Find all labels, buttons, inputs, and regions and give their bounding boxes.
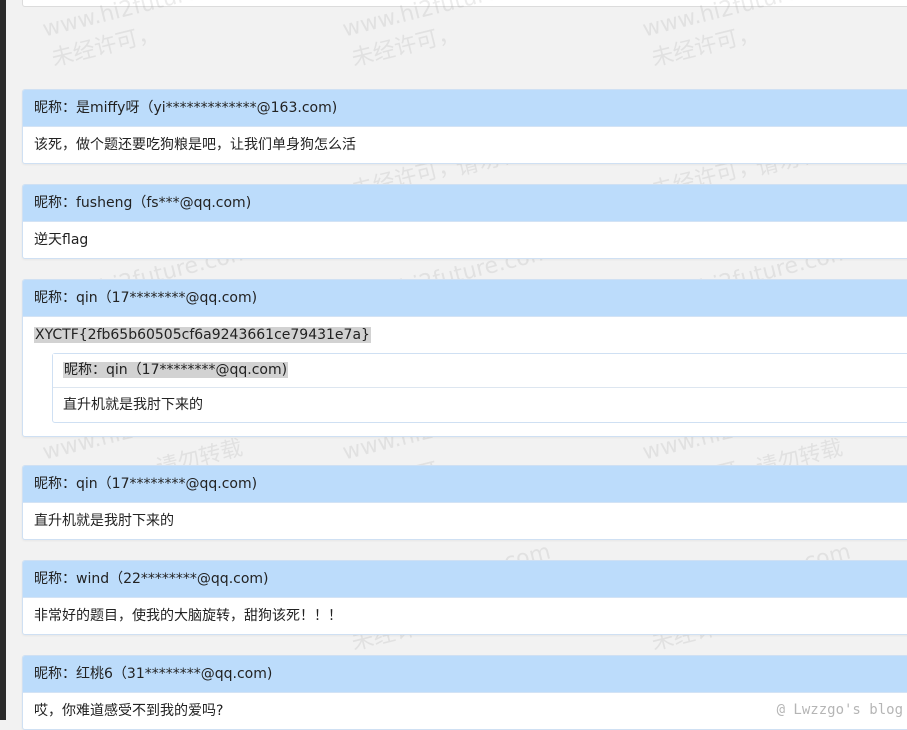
nickname-label: 昵称： [64,362,106,378]
comment-email: （yi*************@163.com) [139,100,338,116]
nickname-label: 昵称： [34,195,76,211]
comment-card: 昵称：qin（17********@qq.com) XYCTF{2fb65b60… [22,279,907,437]
nested-reply-card: 昵称：qin（17********@qq.com) 直升机就是我肘下来的 [52,353,907,423]
reply-email: （17********@qq.com) [127,362,288,378]
comment-author: wind [76,571,110,587]
comment-card: 昵称：红桃6（31********@qq.com) 哎，你难道感受不到我的爱吗? [22,655,907,730]
comment-author: qin [76,290,98,306]
nickname-label: 昵称： [34,571,76,587]
comment-author: 是miffy呀 [76,100,140,116]
comment-text[interactable]: XYCTF{2fb65b60505cf6a9243661ce79431e7a} [23,317,907,353]
comment-author: qin [76,476,98,492]
watermark-text: 未经许可， [49,20,163,72]
comment-email: （31********@qq.com) [112,666,273,682]
highlighted-reply-author[interactable]: 昵称：qin（17********@qq.com) [63,362,289,378]
reply-author: qin [106,362,128,378]
watermark-text: 未经许可， [349,20,463,72]
comment-header: 昵称：是miffy呀（yi*************@163.com) [23,90,907,127]
comment-email: （17********@qq.com) [97,476,258,492]
comment-text: 非常好的题目，使我的大脑旋转，甜狗该死！！！ [34,608,342,624]
nickname-label: 昵称： [34,666,76,682]
comment-card: 昵称：qin（17********@qq.com) 直升机就是我肘下来的 [22,465,907,540]
comment-email: （17********@qq.com) [97,290,258,306]
highlighted-flag-text[interactable]: XYCTF{2fb65b60505cf6a9243661ce79431e7a} [34,327,371,343]
comment-card: 昵称：fusheng（fs***@qq.com) 逆天flag [22,184,907,259]
comment-email: （22********@qq.com) [109,571,269,587]
comment-card: 昵称：wind（22********@qq.com) 非常好的题目，使我的大脑旋… [22,560,907,635]
comment-header: 昵称：wind（22********@qq.com) [23,561,907,598]
comment-author: fusheng [76,195,133,211]
comment-text: 逆天flag [34,232,89,248]
comment-text: 直升机就是我肘下来的 [34,513,174,529]
comment-header: 昵称：红桃6（31********@qq.com) [23,656,907,693]
comment-text: 哎，你难道感受不到我的爱吗? [34,703,224,719]
nickname-label: 昵称： [34,100,76,116]
comment-header: 昵称：fusheng（fs***@qq.com) [23,185,907,222]
previous-comment-card-bottom [22,0,907,7]
comment-card: 昵称：是miffy呀（yi*************@163.com) 该死，做… [22,89,907,164]
watermark-text: 未经许可， [649,20,763,72]
comment-text: 该死，做个题还要吃狗粮是吧，让我们单身狗怎么活 [34,137,356,153]
nickname-label: 昵称： [34,476,76,492]
blog-watermark: @ Lwzzgo's blog [776,702,903,718]
window-left-edge [0,0,6,720]
comment-email: （fs***@qq.com) [132,195,252,211]
comment-author: 红桃6 [76,666,113,682]
reply-text: 直升机就是我肘下来的 [63,397,203,413]
nickname-label: 昵称： [34,290,76,306]
reply-header: 昵称：qin（17********@qq.com) [53,354,907,388]
comment-header: 昵称：qin（17********@qq.com) [23,280,907,317]
comment-header: 昵称：qin（17********@qq.com) [23,466,907,503]
